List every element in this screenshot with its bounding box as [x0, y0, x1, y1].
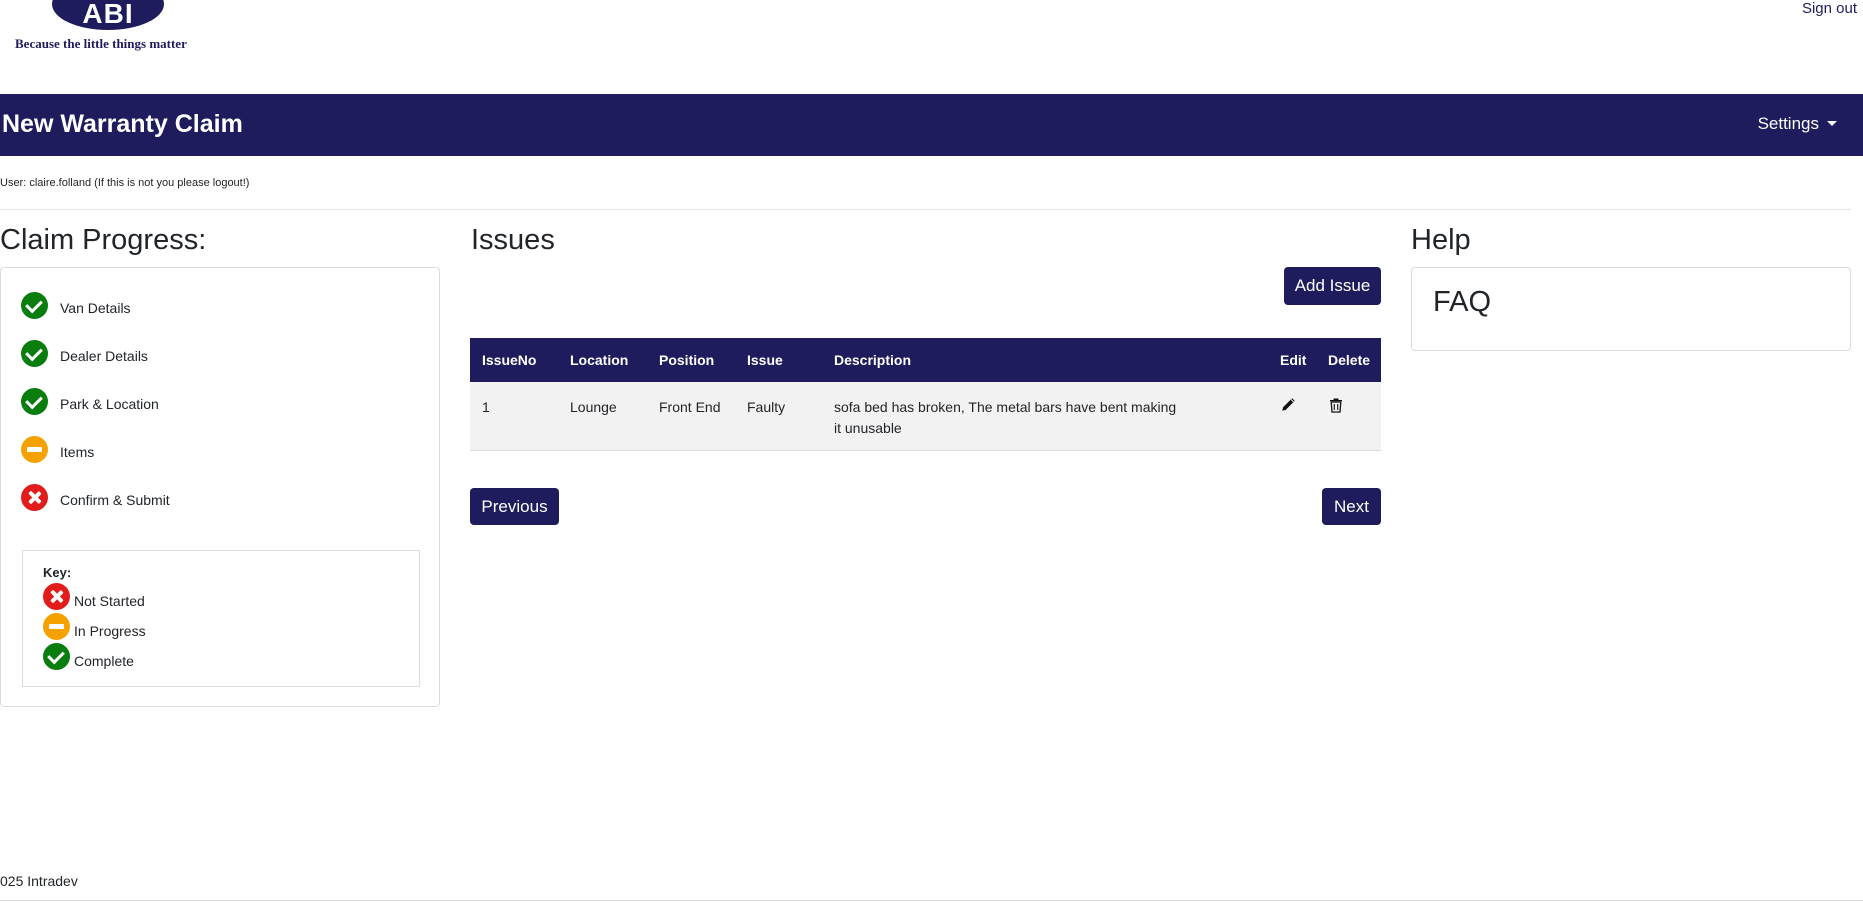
table-header-row: IssueNo Location Position Issue Descript…	[470, 338, 1381, 382]
step-label: Park & Location	[60, 396, 159, 412]
col-delete: Delete	[1316, 338, 1381, 382]
cell-issue-no: 1	[470, 382, 558, 451]
step-dealer-details[interactable]: Dealer Details	[21, 338, 148, 368]
table-row: 1 Lounge Front End Faulty sofa bed has b…	[470, 382, 1381, 451]
settings-dropdown[interactable]: Settings	[1758, 114, 1837, 134]
complete-icon	[21, 291, 48, 319]
caret-down-icon	[1827, 121, 1837, 126]
step-label: Items	[60, 444, 95, 460]
trash-icon[interactable]	[1328, 397, 1346, 415]
previous-button[interactable]: Previous	[470, 488, 559, 525]
claim-progress-title: Claim Progress:	[0, 224, 207, 256]
step-label: Van Details	[60, 300, 131, 316]
not-started-icon	[43, 583, 70, 610]
help-title: Help	[1411, 224, 1471, 256]
cell-edit	[1268, 382, 1316, 451]
step-park-location[interactable]: Park & Location	[21, 386, 159, 416]
issues-title: Issues	[471, 224, 555, 256]
step-label: Confirm & Submit	[60, 492, 170, 508]
footer-divider	[0, 900, 1863, 901]
next-button[interactable]: Next	[1322, 488, 1381, 525]
issues-table: IssueNo Location Position Issue Descript…	[470, 338, 1381, 451]
brand-logo: ABI Because the little things matter	[0, 0, 260, 60]
faq-link[interactable]: FAQ	[1433, 286, 1491, 319]
pencil-icon[interactable]	[1280, 397, 1298, 415]
divider	[0, 209, 1851, 210]
cell-delete	[1316, 382, 1381, 451]
description-line: sofa bed has broken, The metal bars have…	[834, 399, 1177, 415]
in-progress-icon	[43, 613, 70, 640]
col-issue-no: IssueNo	[470, 338, 558, 382]
footer-text: 025 Intradev	[0, 873, 78, 889]
key-label: Not Started	[74, 592, 145, 609]
abi-logo: ABI	[52, 0, 164, 30]
claim-progress-card: Van Details Dealer Details Park & Locati…	[0, 267, 440, 707]
tagline: Because the little things matter	[15, 36, 187, 51]
in-progress-icon	[21, 435, 48, 463]
cell-location: Lounge	[558, 382, 647, 451]
sign-out-link[interactable]: Sign out	[1802, 0, 1857, 17]
settings-label: Settings	[1757, 114, 1819, 133]
key-in-progress: In Progress	[43, 613, 146, 640]
complete-icon	[21, 339, 48, 367]
step-confirm-submit[interactable]: Confirm & Submit	[21, 482, 170, 512]
col-edit: Edit	[1268, 338, 1316, 382]
not-started-icon	[21, 483, 48, 511]
step-items[interactable]: Items	[21, 434, 94, 464]
user-info: User: claire.folland (If this is not you…	[0, 177, 250, 189]
step-van-details[interactable]: Van Details	[21, 290, 131, 320]
help-card: FAQ	[1411, 267, 1851, 351]
key-complete: Complete	[43, 643, 134, 670]
add-issue-button[interactable]: Add Issue	[1284, 267, 1381, 305]
complete-icon	[21, 387, 48, 415]
cell-issue: Faulty	[735, 382, 822, 451]
status-key: Key: Not Started In Progress Complete	[22, 550, 420, 687]
logo-text: ABI	[82, 0, 134, 29]
navbar: New Warranty Claim Settings	[0, 94, 1863, 156]
key-label: Complete	[74, 652, 134, 669]
col-issue: Issue	[735, 338, 822, 382]
cell-description: sofa bed has broken, The metal bars have…	[822, 382, 1268, 451]
col-description: Description	[822, 338, 1268, 382]
key-label: In Progress	[74, 622, 146, 639]
step-label: Dealer Details	[60, 348, 148, 364]
col-position: Position	[647, 338, 735, 382]
page-title: New Warranty Claim	[2, 110, 243, 138]
col-location: Location	[558, 338, 647, 382]
description-line: it unusable	[834, 420, 902, 436]
key-not-started: Not Started	[43, 583, 145, 610]
key-title: Key:	[43, 565, 72, 580]
cell-position: Front End	[647, 382, 735, 451]
complete-icon	[43, 643, 70, 670]
